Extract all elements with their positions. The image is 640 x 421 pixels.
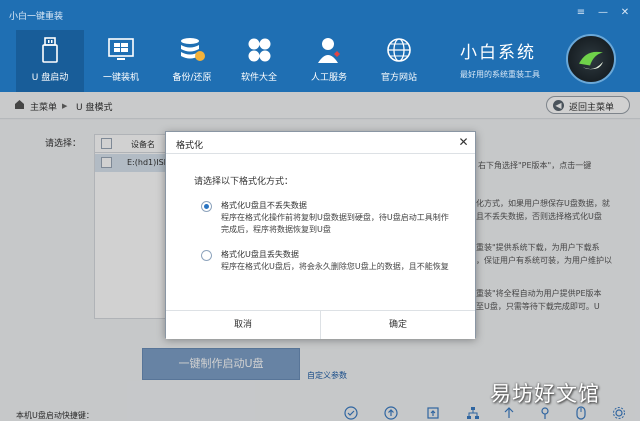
brand-slogan: 最好用的系统重装工具: [460, 70, 540, 79]
option-desc-line: 完成后，程序将数据恢复到U盘: [221, 225, 331, 234]
format-dialog: 格式化 ✕ 请选择以下格式化方式： 格式化U盘且不丢失数据 程序在格式化操作前将…: [165, 131, 476, 339]
monitor-windows-icon: [108, 38, 134, 60]
option-lose-data-title[interactable]: 格式化U盘且丢失数据: [221, 249, 299, 260]
option-keep-data-desc: 程序在格式化操作前将复制U盘数据到硬盘，待U盘启动工具制作 完成后，程序将数据恢…: [221, 212, 461, 236]
brand: 小白系统 最好用的系统重装工具: [460, 38, 560, 80]
nav-support[interactable]: 人工服务: [295, 30, 363, 92]
close-icon[interactable]: ✕: [618, 6, 632, 20]
watermark: 易坊好文馆: [490, 382, 600, 406]
dialog-close-icon[interactable]: ✕: [457, 136, 470, 149]
globe-icon: [387, 38, 411, 62]
title-bar: 小白一键重装 ≡ — ✕: [0, 0, 640, 28]
menu-icon[interactable]: ≡: [574, 6, 588, 20]
dialog-title: 格式化: [176, 141, 204, 151]
xiaobai-logo-icon: [566, 34, 616, 84]
nav-label: 官方网站: [380, 73, 417, 83]
nav-label: 人工服务: [310, 73, 347, 83]
option-keep-data-title[interactable]: 格式化U盘且不丢失数据: [221, 200, 307, 211]
nav-backup-restore[interactable]: 备份/还原: [158, 30, 226, 92]
cancel-button[interactable]: 取消: [166, 311, 320, 339]
nav-label: 软件大全: [240, 73, 277, 83]
nav-software[interactable]: 软件大全: [225, 30, 293, 92]
dialog-title-bar: 格式化 ✕: [166, 132, 475, 154]
database-backup-icon: [181, 38, 205, 61]
radio-keep-data[interactable]: [201, 201, 212, 212]
dialog-footer: 取消 确定: [166, 310, 475, 339]
usb-drive-icon: [42, 37, 58, 63]
support-agent-icon: [318, 38, 340, 63]
nav-label: U 盘启动: [31, 73, 69, 83]
nav-official-site[interactable]: 官方网站: [365, 30, 433, 92]
apps-grid-icon: [248, 38, 271, 62]
app-window: 小白一键重装 ≡ — ✕ U 盘启动 一键装机 备份/还原 软件大全 人工服务 …: [0, 0, 640, 421]
header-bar: 小白一键重装 ≡ — ✕ U 盘启动 一键装机 备份/还原 软件大全 人工服务 …: [0, 0, 640, 92]
nav-one-click-install[interactable]: 一键装机: [87, 30, 155, 92]
option-lose-data-desc: 程序在格式化U盘后，将会永久删除您U盘上的数据，且不能恢复: [221, 261, 461, 273]
app-title: 小白一键重装: [9, 12, 64, 22]
nav-usb-boot[interactable]: U 盘启动: [16, 30, 84, 92]
dialog-prompt: 请选择以下格式化方式：: [194, 177, 294, 187]
radio-lose-data[interactable]: [201, 250, 212, 261]
option-desc-line: 程序在格式化操作前将复制U盘数据到硬盘，待U盘启动工具制作: [221, 213, 449, 222]
nav-label: 一键装机: [102, 73, 139, 83]
ok-button[interactable]: 确定: [321, 311, 475, 339]
nav-label: 备份/还原: [172, 73, 212, 83]
brand-name: 小白系统: [460, 43, 536, 63]
option-desc-line: 程序在格式化U盘后，将会永久删除您U盘上的数据，且不能恢复: [221, 262, 449, 271]
minimize-icon[interactable]: —: [596, 6, 610, 20]
